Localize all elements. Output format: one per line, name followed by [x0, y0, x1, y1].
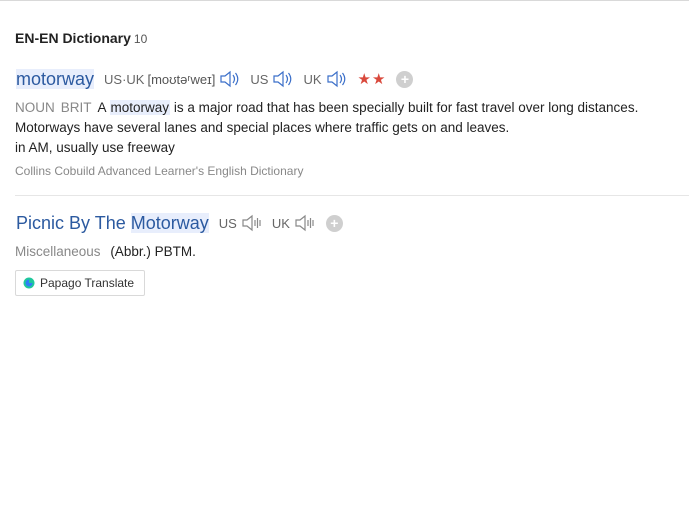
region-label: BRIT [60, 100, 92, 115]
papago-translate-button[interactable]: Papago Translate [15, 270, 145, 296]
add-to-wordbook-icon[interactable]: + [396, 70, 414, 88]
definition-row-2: Miscellaneous (Abbr.) PBTM. [15, 244, 685, 259]
speaker-uk-icon[interactable] [326, 70, 348, 88]
pron-label: US·UK [104, 71, 145, 87]
part-of-speech: NOUN [15, 100, 55, 115]
headword-row: motorway US·UK [moʊtəʳweɪ] US UK ★★ + [15, 66, 685, 92]
entry-motorway: motorway US·UK [moʊtəʳweɪ] US UK ★★ + NO… [15, 66, 685, 178]
speaker-disabled-uk-icon[interactable] [294, 214, 316, 232]
frequency-stars: ★★ [357, 71, 387, 88]
us-pronunciation-2: US [219, 214, 263, 232]
result-count: 10 [133, 32, 148, 46]
section-title: EN-EN Dictionary 10 [15, 30, 147, 46]
pronunciation-group: US·UK [moʊtəʳweɪ] [104, 70, 241, 88]
entry-picnic-by-the-motorway: Picnic By The Motorway US UK + Miscellan… [15, 210, 685, 259]
headword-text[interactable]: motorway [16, 68, 95, 89]
definition-prefix: A [97, 100, 106, 115]
uk-pronunciation-2: UK [272, 214, 316, 232]
headword-link-2[interactable]: Picnic By The Motorway [15, 212, 210, 234]
ipa-text: [moʊtəʳweɪ] [147, 71, 216, 87]
us-label: US [250, 71, 269, 87]
entry-divider [15, 195, 689, 196]
dictionary-title: EN-EN Dictionary [15, 30, 131, 46]
definition-line-1: NOUN BRIT A motorway is a major road that … [15, 98, 685, 118]
speaker-us-icon[interactable] [272, 70, 294, 88]
top-divider [0, 0, 689, 1]
papago-label: Papago Translate [40, 276, 135, 290]
usage-note: in AM, usually use freeway [15, 140, 175, 155]
uk-pronunciation: UK [303, 70, 347, 88]
speaker-icon[interactable] [219, 70, 241, 88]
definition-text: is a major road that has been specially … [173, 100, 639, 115]
headword-link[interactable]: motorway [15, 68, 95, 90]
uk-label: UK [303, 71, 322, 87]
us-label-2: US [218, 215, 237, 231]
definition-keyword: motorway [109, 100, 171, 115]
part-of-speech-2: Miscellaneous [15, 244, 101, 259]
headword-row-2: Picnic By The Motorway US UK + [15, 210, 685, 236]
definition-text-2: (Abbr.) PBTM. [110, 244, 196, 259]
add-to-wordbook-icon-2[interactable]: + [325, 214, 343, 232]
papago-logo-icon [23, 277, 35, 289]
headword-prefix[interactable]: Picnic By The [16, 213, 126, 233]
us-pronunciation: US [250, 70, 294, 88]
headword-highlight[interactable]: Motorway [130, 212, 209, 233]
definition-line-2: Motorways have several lanes and special… [15, 120, 510, 135]
uk-label-2: UK [271, 215, 290, 231]
speaker-disabled-us-icon[interactable] [241, 214, 263, 232]
dictionary-source: Collins Cobuild Advanced Learner's Engli… [15, 164, 304, 178]
definition-block: NOUN BRIT A motorway is a major road that … [15, 98, 685, 158]
